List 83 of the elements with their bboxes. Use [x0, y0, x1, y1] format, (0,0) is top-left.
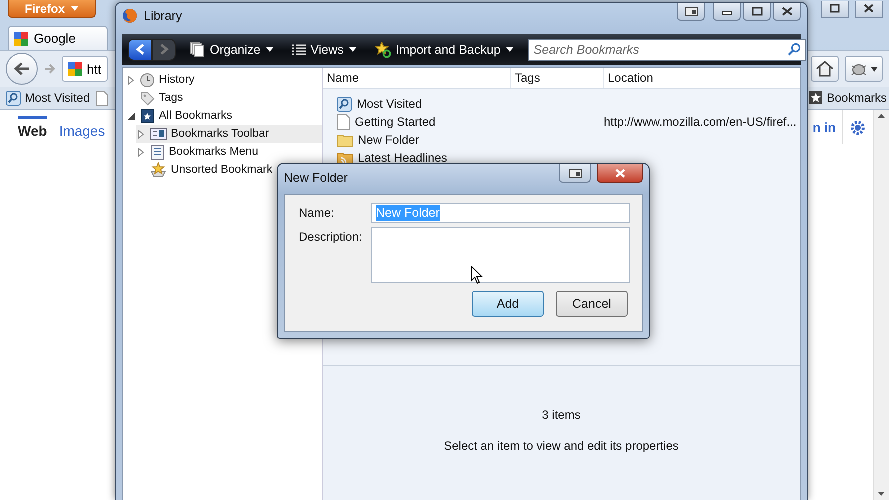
tree-item[interactable]: All Bookmarks [126, 107, 236, 125]
toolbar-menu-button[interactable]: Organize [186, 42, 278, 57]
toolbar-icon [150, 127, 167, 141]
switch-window-button[interactable] [677, 3, 705, 21]
window-switch-icon [568, 168, 582, 178]
back-button[interactable] [128, 38, 152, 60]
home-icon [816, 61, 834, 77]
search-link[interactable]: Web [18, 116, 48, 139]
close-icon [614, 168, 626, 178]
home-button[interactable] [811, 56, 839, 82]
bookmark-name[interactable]: Most Visited [357, 97, 422, 111]
folder-icon [337, 133, 353, 147]
window-title: Library [144, 9, 182, 23]
bookmark-item[interactable]: Most Visited [6, 90, 90, 106]
minimize-button[interactable] [713, 3, 741, 21]
page-icon [337, 114, 350, 130]
tag-icon [140, 90, 155, 106]
feed-folder-icon [337, 151, 353, 165]
maximize-button[interactable] [743, 3, 771, 21]
scrollbar[interactable] [873, 110, 889, 500]
tree-item[interactable]: Bookmarks Toolbar [136, 125, 322, 143]
back-button[interactable] [6, 53, 38, 85]
bookmark-name[interactable]: Latest Headlines [358, 151, 448, 165]
restore-button[interactable] [821, 0, 849, 18]
mouse-pointer-icon [471, 266, 483, 285]
scroll-down-icon [878, 492, 885, 496]
search-icon [788, 42, 801, 56]
list-view-icon [292, 44, 306, 56]
firefox-logo-icon [122, 8, 138, 24]
search-field[interactable]: Search Bookmarks [528, 38, 806, 60]
tree-item[interactable]: Bookmarks Menu [136, 143, 262, 161]
browser-tab[interactable]: Google [8, 26, 108, 50]
bookmark-name[interactable]: Getting Started [355, 115, 436, 129]
column-header[interactable]: Location [604, 68, 800, 88]
search-page-icon [6, 90, 21, 106]
tree-item[interactable]: Tags [126, 89, 188, 107]
bookmark-location: http://www.mozilla.com/en-US/firef... [604, 115, 797, 129]
star-tray-icon [150, 162, 167, 178]
tree-item[interactable]: Unsorted Bookmark [136, 161, 277, 179]
addon-button[interactable] [845, 56, 883, 82]
settings-icon[interactable] [850, 120, 866, 136]
close-button[interactable] [773, 3, 801, 21]
list-menu-icon [150, 144, 165, 160]
close-icon [780, 7, 794, 16]
google-logo-icon [67, 61, 83, 77]
restore-icon [830, 4, 840, 13]
details-hint: Select an item to view and edit its properties [444, 439, 679, 453]
back-arrow-icon [14, 62, 30, 76]
close-button[interactable] [597, 164, 643, 183]
maximize-icon [750, 7, 764, 16]
description-field[interactable] [371, 227, 630, 283]
toolbar-menu-button[interactable]: Import and Backup [370, 42, 518, 58]
page-icon [96, 90, 108, 106]
forward-button[interactable] [152, 38, 176, 60]
search-link[interactable]: Images [59, 116, 106, 139]
field-label: Description: [299, 229, 361, 246]
address-field[interactable]: htt [62, 56, 108, 82]
star-icon [808, 91, 823, 105]
pages-stack-icon [190, 42, 205, 57]
column-header[interactable]: Tags [511, 68, 604, 88]
tab-title: Google [34, 31, 76, 46]
toolbar-menu-button[interactable]: Views [288, 42, 361, 56]
dialog-button[interactable]: Add [472, 291, 544, 317]
tree-item[interactable]: History [126, 71, 199, 89]
field-label: Name: [299, 205, 336, 222]
item-count: 3 items [542, 408, 581, 422]
dropdown-icon [871, 66, 878, 72]
scroll-up-icon [878, 114, 885, 118]
dialog-title: New Folder [284, 170, 348, 185]
star-arrows-icon [374, 42, 391, 58]
google-logo-icon [13, 30, 29, 46]
window-switch-icon [684, 7, 698, 16]
switch-window-button[interactable] [559, 164, 591, 183]
sign-in-link[interactable]: n in [812, 110, 843, 144]
dialog-button[interactable]: Cancel [556, 291, 628, 317]
close-icon [864, 4, 874, 13]
column-header[interactable]: Name [323, 68, 511, 88]
search-page-icon [337, 96, 352, 112]
close-button[interactable] [855, 0, 883, 18]
bookmark-item[interactable]: Bookmarks [808, 91, 887, 105]
bookmark-name[interactable]: New Folder [358, 133, 420, 147]
clock-icon [140, 72, 155, 88]
bookmarks-book-icon [140, 108, 155, 124]
